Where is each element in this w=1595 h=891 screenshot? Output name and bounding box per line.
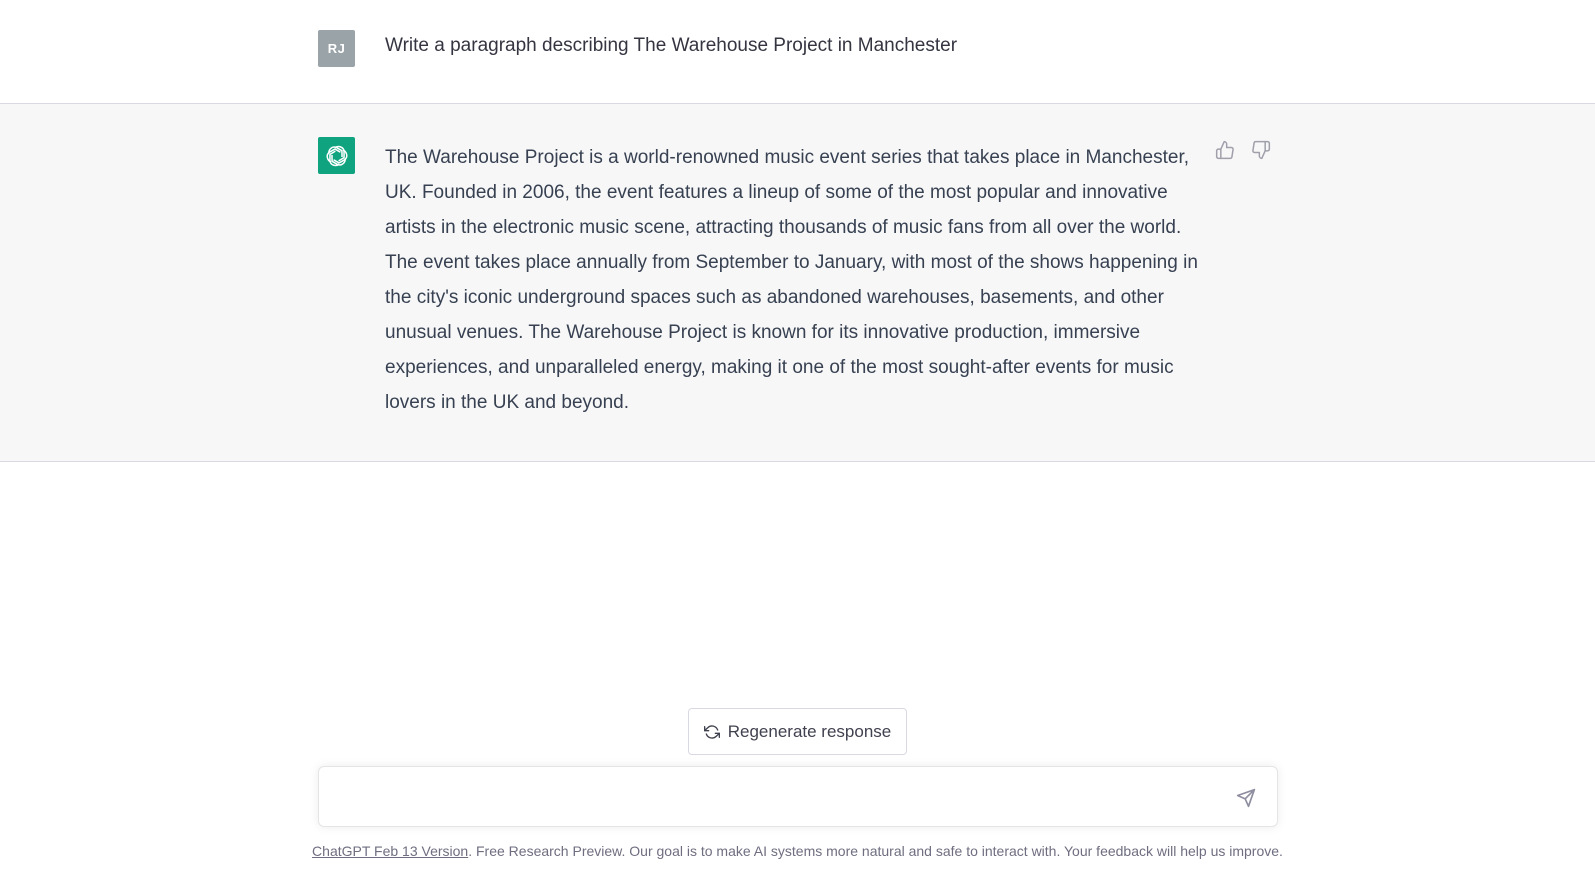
version-link[interactable]: ChatGPT Feb 13 Version [312,843,468,859]
thumbs-up-button[interactable] [1213,138,1237,162]
user-message-text: Write a paragraph describing The Warehou… [385,35,958,56]
feedback-buttons [1213,138,1273,162]
footer-disclaimer: ChatGPT Feb 13 Version. Free Research Pr… [0,843,1595,859]
assistant-message-text: The Warehouse Project is a world-renowne… [385,147,1198,413]
user-message-row: RJ Write a paragraph describing The Ware… [0,0,1595,104]
regenerate-label: Regenerate response [727,721,892,741]
assistant-message-row: The Warehouse Project is a world-renowne… [0,104,1595,462]
assistant-avatar [318,137,355,174]
footer-text: . Free Research Preview. Our goal is to … [468,843,1283,859]
thumbs-up-icon [1215,140,1234,160]
message-input[interactable] [335,783,1199,815]
send-button[interactable] [1233,785,1259,811]
chat-page: RJ Write a paragraph describing The Ware… [0,0,1595,891]
openai-logo-icon [325,145,348,166]
thumbs-down-button[interactable] [1249,138,1273,162]
thumbs-down-icon [1252,140,1271,160]
refresh-icon [703,724,720,739]
send-icon [1236,788,1256,808]
user-avatar: RJ [318,30,355,67]
message-composer [318,766,1278,827]
regenerate-response-button[interactable]: Regenerate response [688,708,907,755]
